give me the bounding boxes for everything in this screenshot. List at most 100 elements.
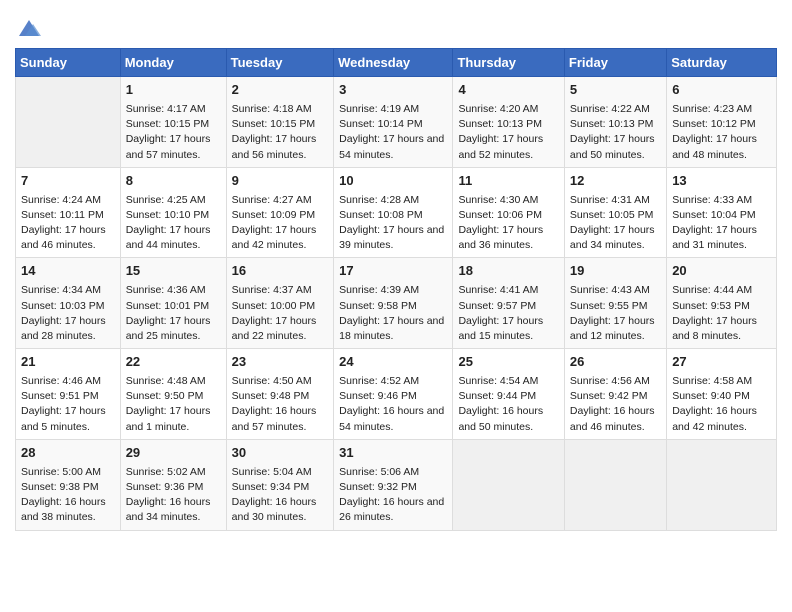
calendar-cell: 15 Sunrise: 4:36 AMSunset: 10:01 PMDaylig… (120, 258, 226, 349)
calendar-week-row: 28Sunrise: 5:00 AMSunset: 9:38 PMDayligh… (16, 439, 777, 530)
calendar-cell: 8 Sunrise: 4:25 AMSunset: 10:10 PMDayligh… (120, 167, 226, 258)
weekday-header-wednesday: Wednesday (334, 49, 453, 77)
day-info: Sunrise: 4:50 AMSunset: 9:48 PMDaylight:… (232, 375, 317, 433)
weekday-header-monday: Monday (120, 49, 226, 77)
day-number: 25 (458, 353, 558, 372)
weekday-header-sunday: Sunday (16, 49, 121, 77)
day-info: Sunrise: 5:06 AMSunset: 9:32 PMDaylight:… (339, 466, 444, 524)
day-number: 30 (232, 444, 329, 463)
calendar-week-row: 1 Sunrise: 4:17 AMSunset: 10:15 PMDayligh… (16, 77, 777, 168)
calendar-cell: 4 Sunrise: 4:20 AMSunset: 10:13 PMDayligh… (453, 77, 564, 168)
day-number: 17 (339, 262, 447, 281)
calendar-cell: 22Sunrise: 4:48 AMSunset: 9:50 PMDayligh… (120, 349, 226, 440)
calendar-cell: 16 Sunrise: 4:37 AMSunset: 10:00 PMDaylig… (226, 258, 334, 349)
day-number: 21 (21, 353, 115, 372)
day-info: Sunrise: 4:27 AMSunset: 10:09 PMDaylight… (232, 194, 317, 252)
calendar-cell: 27 Sunrise: 4:58 AMSunset: 9:40 PMDayligh… (667, 349, 777, 440)
day-number: 10 (339, 172, 447, 191)
day-info: Sunrise: 4:43 AMSunset: 9:55 PMDaylight:… (570, 284, 655, 342)
calendar-cell: 19 Sunrise: 4:43 AMSunset: 9:55 PMDayligh… (564, 258, 666, 349)
day-info: Sunrise: 4:39 AMSunset: 9:58 PMDaylight:… (339, 284, 444, 342)
day-info: Sunrise: 4:52 AMSunset: 9:46 PMDaylight:… (339, 375, 444, 433)
calendar-cell (16, 77, 121, 168)
calendar-cell: 6 Sunrise: 4:23 AMSunset: 10:12 PMDayligh… (667, 77, 777, 168)
calendar-cell: 2 Sunrise: 4:18 AMSunset: 10:15 PMDayligh… (226, 77, 334, 168)
calendar-cell (453, 439, 564, 530)
day-number: 1 (126, 81, 221, 100)
day-number: 8 (126, 172, 221, 191)
calendar-cell: 1 Sunrise: 4:17 AMSunset: 10:15 PMDayligh… (120, 77, 226, 168)
calendar-cell (667, 439, 777, 530)
calendar-cell: 25Sunrise: 4:54 AMSunset: 9:44 PMDayligh… (453, 349, 564, 440)
calendar-cell: 13 Sunrise: 4:33 AMSunset: 10:04 PMDaylig… (667, 167, 777, 258)
calendar-cell: 7 Sunrise: 4:24 AMSunset: 10:11 PMDayligh… (16, 167, 121, 258)
day-info: Sunrise: 4:24 AMSunset: 10:11 PMDaylight… (21, 194, 106, 252)
day-number: 6 (672, 81, 771, 100)
day-info: Sunrise: 4:25 AMSunset: 10:10 PMDaylight… (126, 194, 211, 252)
day-number: 13 (672, 172, 771, 191)
day-number: 31 (339, 444, 447, 463)
calendar-cell: 26Sunrise: 4:56 AMSunset: 9:42 PMDayligh… (564, 349, 666, 440)
day-number: 24 (339, 353, 447, 372)
day-number: 2 (232, 81, 329, 100)
day-info: Sunrise: 4:20 AMSunset: 10:13 PMDaylight… (458, 103, 543, 161)
day-info: Sunrise: 4:28 AMSunset: 10:08 PMDaylight… (339, 194, 444, 252)
weekday-header-thursday: Thursday (453, 49, 564, 77)
day-info: Sunrise: 4:46 AMSunset: 9:51 PMDaylight:… (21, 375, 106, 433)
day-info: Sunrise: 4:37 AMSunset: 10:00 PMDaylight… (232, 284, 317, 342)
calendar-cell: 18Sunrise: 4:41 AMSunset: 9:57 PMDayligh… (453, 258, 564, 349)
calendar-week-row: 14 Sunrise: 4:34 AMSunset: 10:03 PMDaylig… (16, 258, 777, 349)
calendar-cell: 11Sunrise: 4:30 AMSunset: 10:06 PMDaylig… (453, 167, 564, 258)
calendar-week-row: 7 Sunrise: 4:24 AMSunset: 10:11 PMDayligh… (16, 167, 777, 258)
weekday-header-row: SundayMondayTuesdayWednesdayThursdayFrid… (16, 49, 777, 77)
calendar-cell: 23 Sunrise: 4:50 AMSunset: 9:48 PMDayligh… (226, 349, 334, 440)
day-info: Sunrise: 4:41 AMSunset: 9:57 PMDaylight:… (458, 284, 543, 342)
calendar-cell: 3 Sunrise: 4:19 AMSunset: 10:14 PMDayligh… (334, 77, 453, 168)
logo-icon (15, 14, 43, 42)
day-info: Sunrise: 4:22 AMSunset: 10:13 PMDaylight… (570, 103, 655, 161)
day-info: Sunrise: 4:31 AMSunset: 10:05 PMDaylight… (570, 194, 655, 252)
day-info: Sunrise: 4:18 AMSunset: 10:15 PMDaylight… (232, 103, 317, 161)
calendar-cell (564, 439, 666, 530)
day-number: 19 (570, 262, 661, 281)
calendar-cell: 29Sunrise: 5:02 AMSunset: 9:36 PMDayligh… (120, 439, 226, 530)
calendar-cell: 17 Sunrise: 4:39 AMSunset: 9:58 PMDayligh… (334, 258, 453, 349)
day-number: 22 (126, 353, 221, 372)
calendar-cell: 9 Sunrise: 4:27 AMSunset: 10:09 PMDayligh… (226, 167, 334, 258)
day-number: 4 (458, 81, 558, 100)
day-info: Sunrise: 4:56 AMSunset: 9:42 PMDaylight:… (570, 375, 655, 433)
calendar-cell: 12 Sunrise: 4:31 AMSunset: 10:05 PMDaylig… (564, 167, 666, 258)
day-info: Sunrise: 4:33 AMSunset: 10:04 PMDaylight… (672, 194, 757, 252)
day-info: Sunrise: 4:19 AMSunset: 10:14 PMDaylight… (339, 103, 444, 161)
day-number: 9 (232, 172, 329, 191)
calendar-cell: 30 Sunrise: 5:04 AMSunset: 9:34 PMDayligh… (226, 439, 334, 530)
day-info: Sunrise: 4:23 AMSunset: 10:12 PMDaylight… (672, 103, 757, 161)
day-number: 11 (458, 172, 558, 191)
day-number: 7 (21, 172, 115, 191)
day-number: 3 (339, 81, 447, 100)
day-number: 16 (232, 262, 329, 281)
calendar-cell: 14 Sunrise: 4:34 AMSunset: 10:03 PMDaylig… (16, 258, 121, 349)
day-info: Sunrise: 5:02 AMSunset: 9:36 PMDaylight:… (126, 466, 211, 524)
calendar-cell: 24 Sunrise: 4:52 AMSunset: 9:46 PMDayligh… (334, 349, 453, 440)
day-info: Sunrise: 4:58 AMSunset: 9:40 PMDaylight:… (672, 375, 757, 433)
day-number: 23 (232, 353, 329, 372)
day-info: Sunrise: 4:34 AMSunset: 10:03 PMDaylight… (21, 284, 106, 342)
day-info: Sunrise: 5:04 AMSunset: 9:34 PMDaylight:… (232, 466, 317, 524)
day-info: Sunrise: 5:00 AMSunset: 9:38 PMDaylight:… (21, 466, 106, 524)
day-number: 5 (570, 81, 661, 100)
day-number: 27 (672, 353, 771, 372)
logo (15, 14, 45, 42)
calendar-cell: 21 Sunrise: 4:46 AMSunset: 9:51 PMDayligh… (16, 349, 121, 440)
weekday-header-saturday: Saturday (667, 49, 777, 77)
calendar-cell: 5 Sunrise: 4:22 AMSunset: 10:13 PMDayligh… (564, 77, 666, 168)
calendar-week-row: 21 Sunrise: 4:46 AMSunset: 9:51 PMDayligh… (16, 349, 777, 440)
day-number: 15 (126, 262, 221, 281)
day-info: Sunrise: 4:44 AMSunset: 9:53 PMDaylight:… (672, 284, 757, 342)
day-info: Sunrise: 4:36 AMSunset: 10:01 PMDaylight… (126, 284, 211, 342)
day-info: Sunrise: 4:17 AMSunset: 10:15 PMDaylight… (126, 103, 211, 161)
day-number: 14 (21, 262, 115, 281)
weekday-header-tuesday: Tuesday (226, 49, 334, 77)
calendar-cell: 10 Sunrise: 4:28 AMSunset: 10:08 PMDaylig… (334, 167, 453, 258)
day-number: 12 (570, 172, 661, 191)
